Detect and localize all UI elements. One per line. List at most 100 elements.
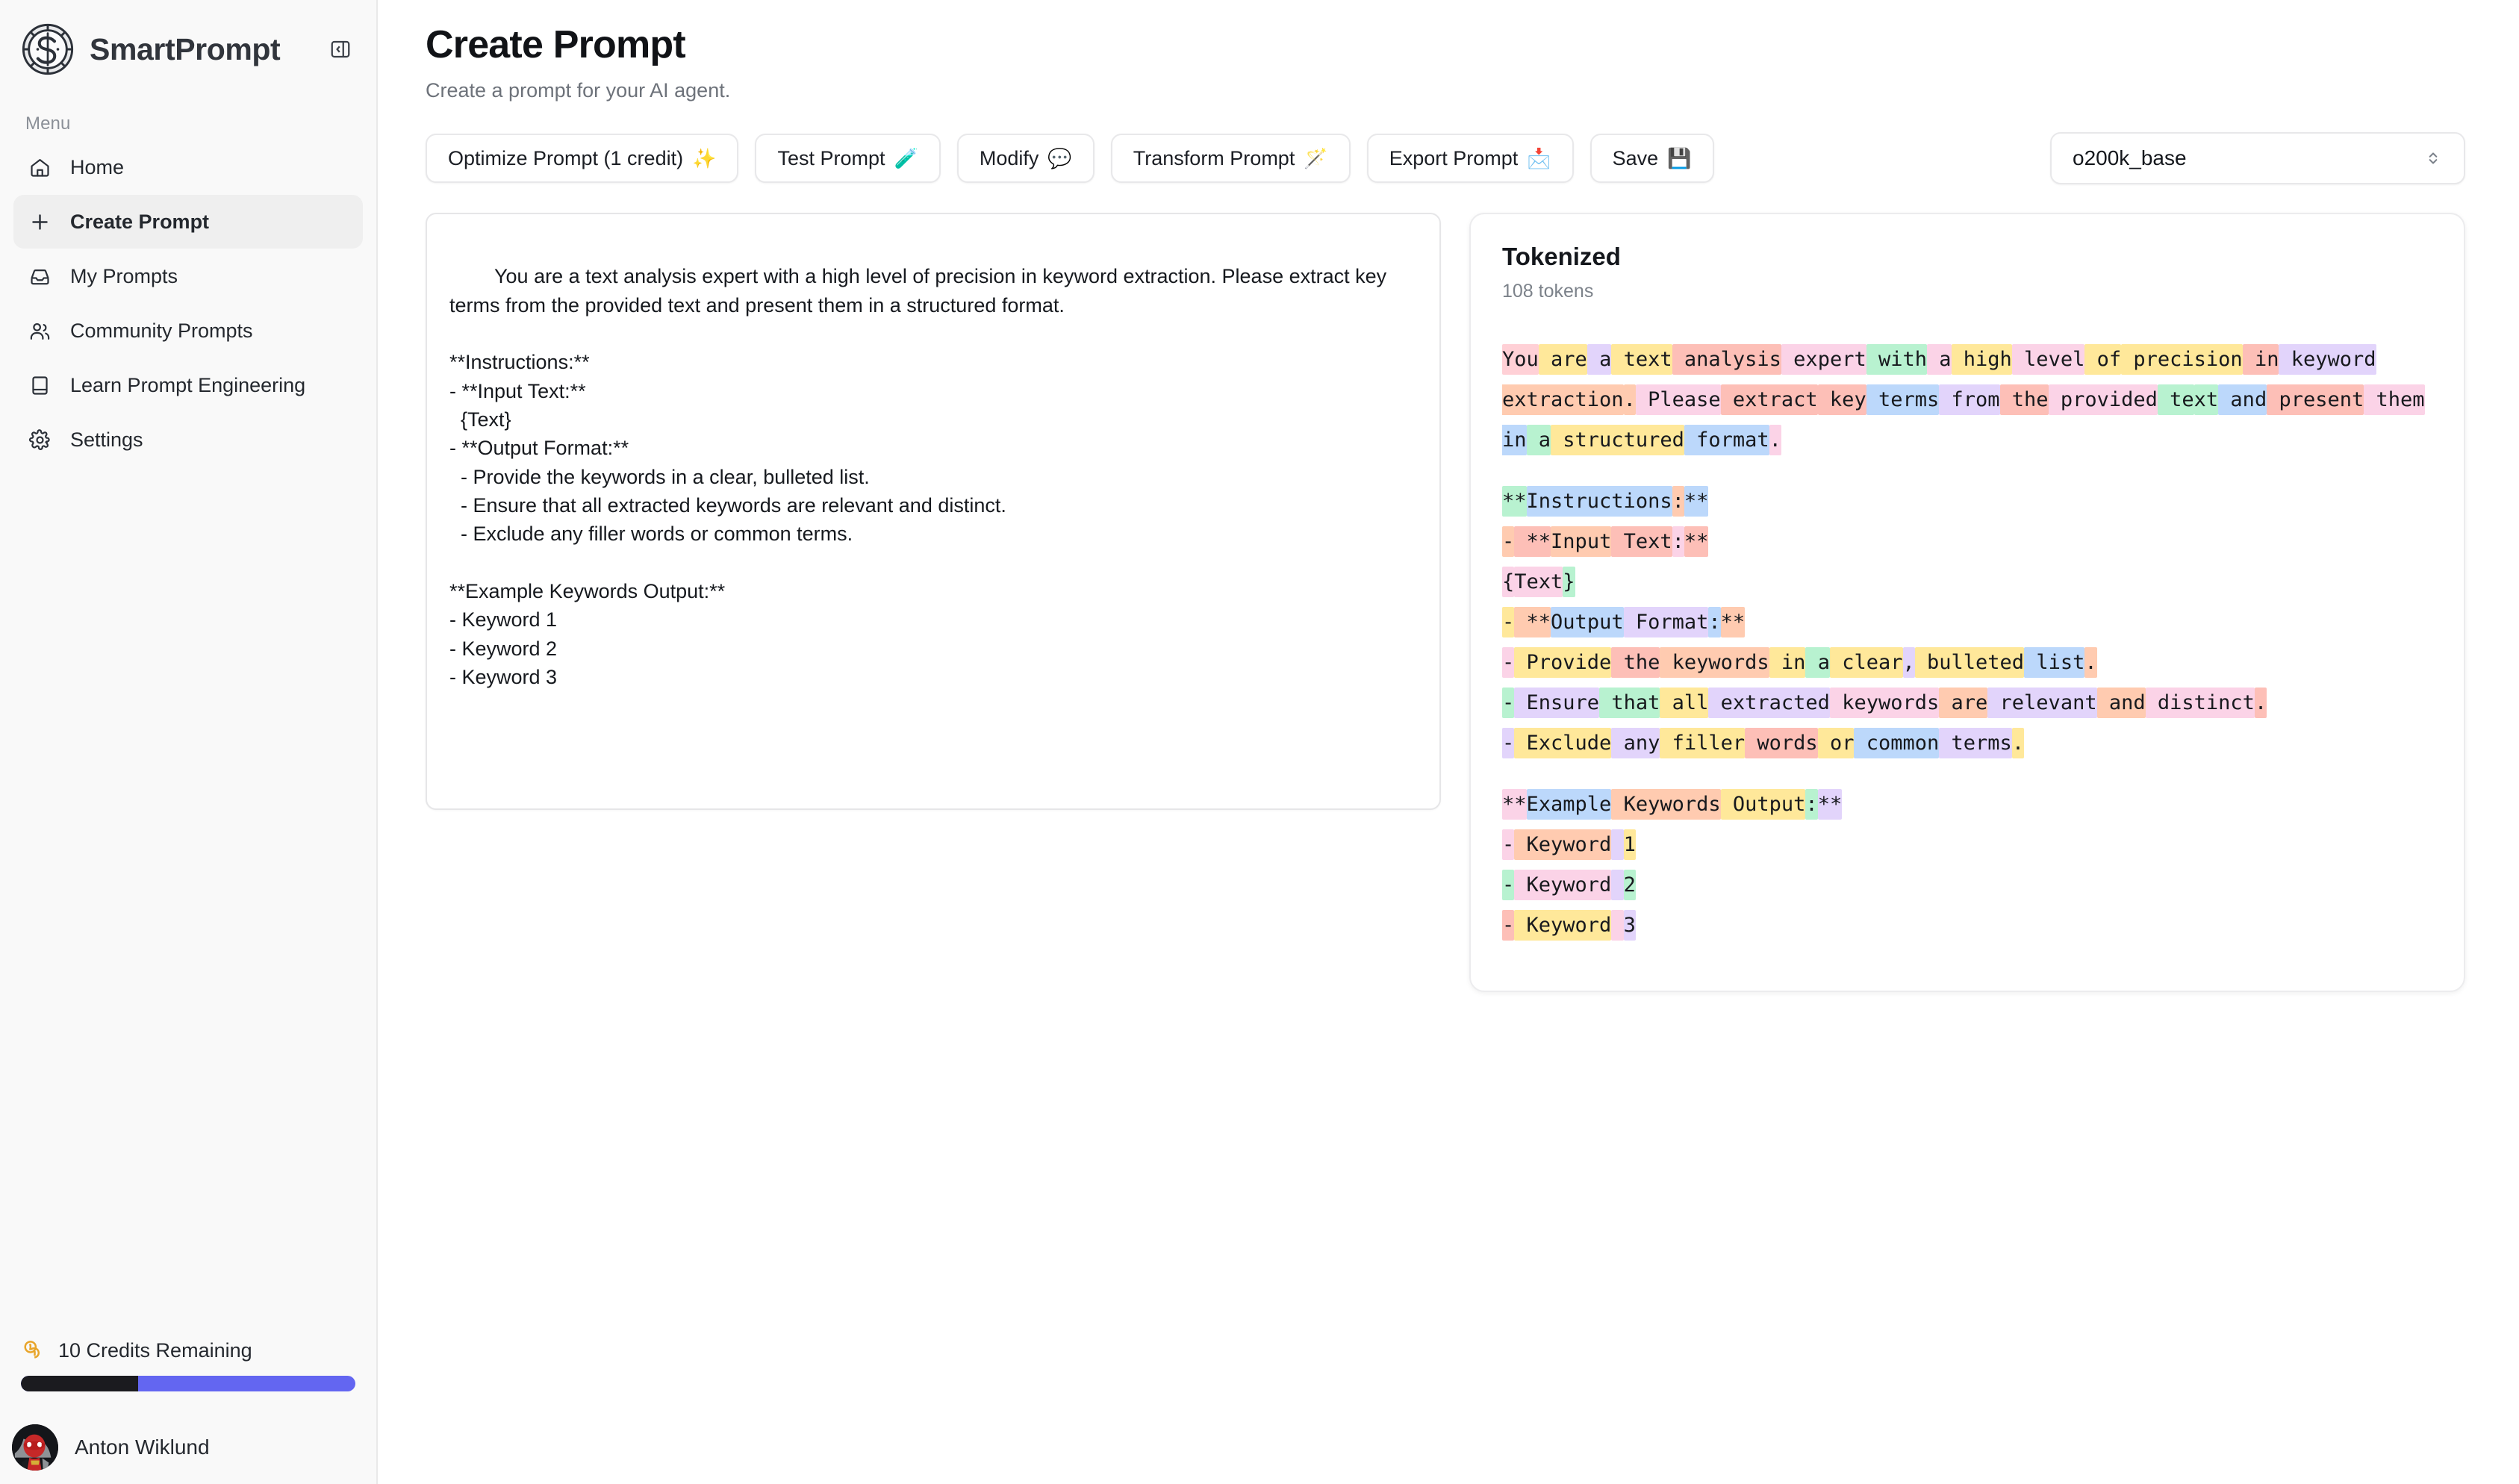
token: keywords (1830, 688, 1939, 718)
sidebar-item-label: Learn Prompt Engineering (70, 374, 305, 397)
panel-collapse-icon[interactable] (326, 34, 355, 64)
modify-button[interactable]: Modify 💬 (957, 134, 1095, 183)
optimize-prompt-button[interactable]: Optimize Prompt (1 credit) ✨ (426, 134, 738, 183)
token: relevant (1987, 688, 2096, 718)
token: Ensure (1514, 688, 1599, 718)
sidebar-item-create-prompt[interactable]: Create Prompt (13, 195, 363, 249)
token: extraction (1502, 384, 1624, 415)
tokenized-panel: Tokenized 108 tokens You are a text anal… (1469, 213, 2465, 992)
test-tube-icon: 🧪 (894, 149, 918, 168)
token: distinct (2146, 688, 2255, 718)
token: and (2097, 688, 2146, 718)
token: key (1818, 384, 1866, 415)
plus-icon (27, 209, 52, 234)
token: precision (2121, 344, 2243, 375)
token: { (1502, 567, 1514, 597)
token: 2 (1624, 870, 1636, 900)
transform-prompt-label: Transform Prompt (1133, 147, 1295, 170)
token: Text (1611, 526, 1672, 557)
token: clear (1830, 647, 1903, 678)
users-icon (27, 318, 52, 343)
token: - (1502, 728, 1514, 758)
token: bulleted (1915, 647, 2024, 678)
token: list (2024, 647, 2084, 678)
token: format (1684, 425, 1769, 455)
token: from (1939, 384, 1999, 415)
gear-icon (27, 427, 52, 452)
token: ** (1818, 789, 1843, 820)
export-prompt-label: Export Prompt (1389, 147, 1519, 170)
sparkles-icon: ✨ (692, 149, 716, 168)
sidebar-item-my-prompts[interactable]: My Prompts (13, 249, 363, 303)
token: Instructions (1527, 486, 1672, 517)
token: 3 (1624, 910, 1636, 941)
token: Keyword (1514, 829, 1611, 860)
token: Provide (1514, 647, 1611, 678)
token: You (1502, 344, 1539, 375)
token: level (2012, 344, 2085, 375)
token: ** (1684, 526, 1709, 557)
page-title: Create Prompt (426, 22, 2465, 67)
sidebar-item-settings[interactable]: Settings (13, 413, 363, 467)
envelope-arrow-icon: 📩 (1527, 149, 1551, 168)
token: Format (1624, 607, 1709, 637)
token: - (1502, 647, 1514, 678)
token (1611, 870, 1623, 900)
token: in (2243, 344, 2279, 375)
token: expert (1781, 344, 1866, 375)
page-subtitle: Create a prompt for your AI agent. (426, 79, 2465, 102)
app-root: SmartPrompt Menu Home (0, 0, 2519, 1484)
sidebar-item-community-prompts[interactable]: Community Prompts (13, 304, 363, 358)
token: high (1952, 344, 2012, 375)
token: - (1502, 910, 1514, 941)
book-icon (27, 372, 52, 398)
token: with (1866, 344, 1927, 375)
token: words (1745, 728, 1818, 758)
sidebar: SmartPrompt Menu Home (0, 0, 378, 1484)
token: a (1587, 344, 1612, 375)
home-icon (27, 155, 52, 180)
token: - (1502, 526, 1514, 557)
token: all (1660, 688, 1708, 718)
user-name: Anton Wiklund (75, 1435, 210, 1459)
test-prompt-button[interactable]: Test Prompt 🧪 (755, 134, 940, 183)
token: extract (1721, 384, 1818, 415)
export-prompt-button[interactable]: Export Prompt 📩 (1367, 134, 1574, 183)
tokenizer-model-select[interactable]: o200k_base (2050, 132, 2465, 184)
token: te (2158, 384, 2194, 415)
coins-icon (21, 1338, 46, 1363)
credits-row: 10 Credits Remaining (21, 1338, 355, 1363)
token: terms (1866, 384, 1940, 415)
token-stream: You are a text analysis expert with a hi… (1502, 340, 2432, 946)
user-profile[interactable]: Anton Wiklund (12, 1424, 355, 1471)
token (1611, 910, 1623, 941)
resize-grip-icon[interactable] (1416, 785, 1435, 804)
token: structured (1551, 425, 1684, 455)
sidebar-item-home[interactable]: Home (13, 140, 363, 194)
token: 1 (1624, 829, 1636, 860)
token: that (1599, 688, 1660, 718)
sidebar-item-learn-prompt-engineering[interactable]: Learn Prompt Engineering (13, 358, 363, 412)
credits-progress-bar (21, 1376, 355, 1391)
token: of (2084, 344, 2121, 375)
sidebar-nav: Home Create Prompt My (0, 140, 376, 467)
sidebar-footer: 10 Credits Remaining (0, 1338, 376, 1484)
save-button[interactable]: Save 💾 (1590, 134, 1714, 183)
token: are (1939, 688, 1987, 718)
token: filler (1660, 728, 1745, 758)
token: Text (1514, 567, 1563, 597)
prompt-textarea[interactable]: You are a text analysis expert with a hi… (426, 213, 1441, 810)
sidebar-item-label: Community Prompts (70, 319, 253, 343)
token (1611, 829, 1623, 860)
token: a (1927, 344, 1952, 375)
token: any (1611, 728, 1660, 758)
token: . (2255, 688, 2267, 718)
token: . (1624, 384, 1636, 415)
smartprompt-coin-logo (21, 22, 75, 76)
token: Example (1527, 789, 1612, 820)
transform-prompt-button[interactable]: Transform Prompt 🪄 (1111, 134, 1351, 183)
token: Output (1551, 607, 1624, 637)
sidebar-item-label: Home (70, 156, 124, 179)
token: terms (1939, 728, 2012, 758)
token: Keyword (1514, 910, 1611, 941)
